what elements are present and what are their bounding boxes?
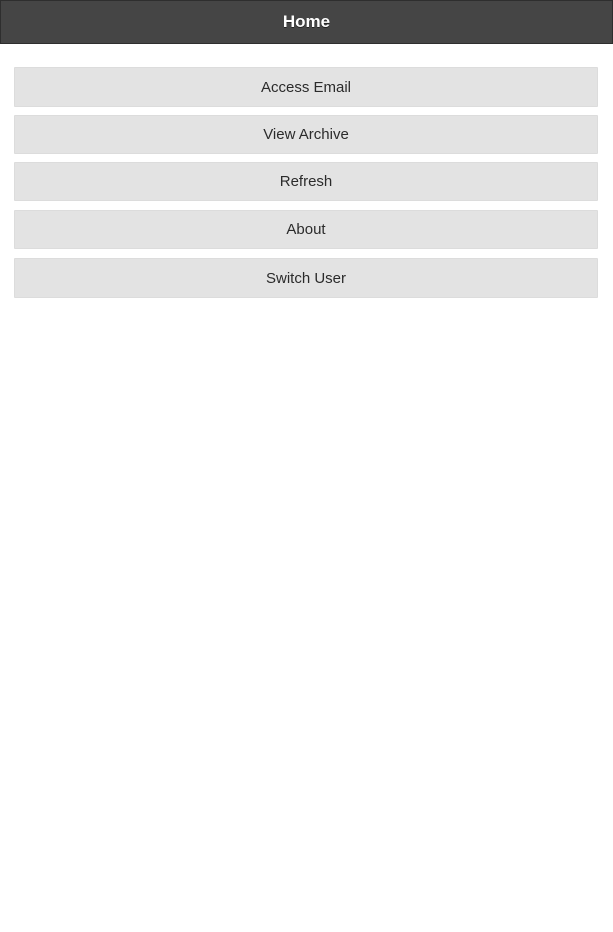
access-email-button[interactable]: Access Email: [14, 67, 598, 107]
main-menu: Access Email View Archive Refresh About …: [14, 67, 598, 306]
header-bar: Home: [0, 0, 613, 44]
refresh-button[interactable]: Refresh: [14, 162, 598, 201]
page-title: Home: [282, 12, 331, 31]
about-button[interactable]: About: [14, 210, 598, 249]
view-archive-button[interactable]: View Archive: [14, 115, 598, 154]
switch-user-button[interactable]: Switch User: [14, 258, 598, 298]
